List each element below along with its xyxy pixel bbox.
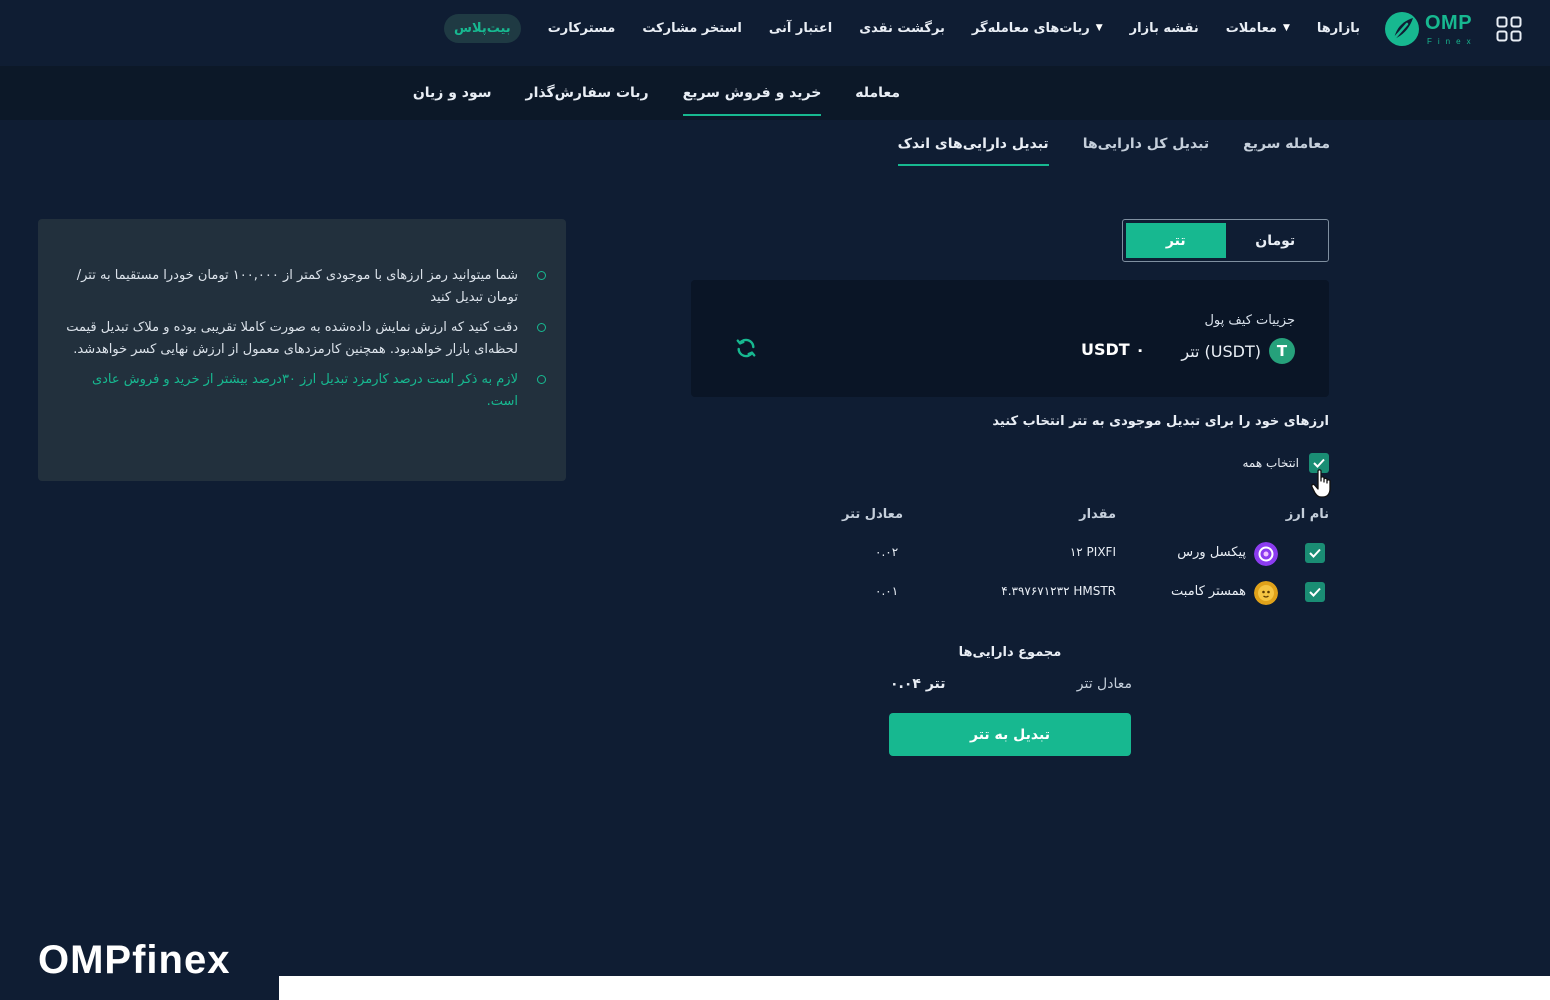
- nav-item-label: اعتبار آنی: [768, 20, 833, 36]
- toggle-tether[interactable]: تتر: [1126, 223, 1226, 258]
- info-panel: شما میتوانید رمز ارزهای با موجودی کمتر ا…: [38, 219, 566, 481]
- coin-tether-equiv: ۰.۰۲: [875, 545, 899, 559]
- header-amount: مقدار: [1079, 507, 1116, 522]
- nav-item-label: معاملات: [1225, 20, 1277, 36]
- info-note-text: لازم به ذکر است درصد کارمزد تبدیل ارز ۳۰…: [91, 372, 518, 409]
- currency-toggle: تومان تتر: [1122, 219, 1329, 262]
- tether-icon: T: [1269, 338, 1295, 364]
- bullet-icon: [537, 271, 546, 280]
- nav-item-label: نقشه بازار: [1129, 20, 1199, 36]
- brand-watermark: OMPfinex: [0, 930, 279, 1000]
- coin-tether-equiv: ۰.۰۱: [875, 584, 899, 598]
- pixelverse-icon: [1254, 542, 1278, 566]
- convert-to-tether-button[interactable]: تبدیل به تتر: [889, 713, 1131, 756]
- row-checkbox[interactable]: [1305, 582, 1325, 602]
- main-menu: بازارها معاملات ▼ نقشه بازار ربات‌های مع…: [444, 12, 1360, 44]
- nav-item-trades[interactable]: معاملات ▼: [1226, 21, 1290, 36]
- coin-name: پیکسل ورس: [1177, 545, 1246, 560]
- nav-item-markets[interactable]: بازارها: [1317, 21, 1360, 36]
- nav-item-market-map[interactable]: نقشه بازار: [1130, 21, 1199, 36]
- tab-quick-trade[interactable]: معامله سریع: [1243, 124, 1330, 164]
- tab-convert-small-assets[interactable]: تبدیل دارایی‌های اندک: [897, 124, 1049, 166]
- nav-item-label: استخر مشارکت: [642, 20, 742, 36]
- check-icon: [1309, 587, 1321, 597]
- conversion-tabs: معامله سریع تبدیل کل دارایی‌ها تبدیل دار…: [897, 124, 1330, 170]
- sub-nav-items: معامله خرید و فروش سریع ربات سفارش‌گذار …: [413, 66, 900, 120]
- nav-item-cashback[interactable]: برگشت نقدی: [859, 21, 945, 36]
- info-note: شما میتوانید رمز ارزهای با موجودی کمتر ا…: [60, 265, 546, 309]
- bullet-icon: [537, 323, 546, 332]
- subnav-item-label: معامله: [855, 85, 900, 101]
- brand-text: OMPfinex: [38, 938, 231, 982]
- nav-item-label: برگشت نقدی: [859, 20, 945, 36]
- tab-convert-all-assets[interactable]: تبدیل کل دارایی‌ها: [1083, 124, 1209, 164]
- subnav-item-label: سود و زیان: [412, 85, 492, 101]
- coin-amount: ۱۲ PIXFI: [1069, 545, 1116, 559]
- logo[interactable]: OMP Finex: [1383, 10, 1478, 48]
- info-note-fee: لازم به ذکر است درصد کارمزد تبدیل ارز ۳۰…: [60, 369, 546, 413]
- check-icon: [1309, 548, 1321, 558]
- hand-pointer-icon: [1311, 469, 1331, 498]
- bottom-strip: [279, 976, 1550, 1000]
- apps-grid-icon[interactable]: [1496, 16, 1522, 42]
- wallet-details-card: جزییات کیف پول T تتر (USDT) USDT ۰: [691, 280, 1329, 397]
- info-note-text: شما میتوانید رمز ارزهای با موجودی کمتر ا…: [76, 268, 518, 305]
- table-row: پیکسل ورس ۱۲ PIXFI ۰.۰۲: [840, 539, 1330, 569]
- wallet-balance: USDT ۰: [1080, 340, 1145, 359]
- nav-pill-bitplus[interactable]: بیت‌پلاس: [444, 13, 521, 43]
- info-note: دقت کنید که ارزش نمایش داده‌شده به صورت …: [60, 317, 546, 361]
- logo-subtext: Finex: [1427, 37, 1477, 46]
- nav-item-label: ربات‌های معامله‌گر: [971, 20, 1090, 36]
- sub-nav: معامله خرید و فروش سریع ربات سفارش‌گذار …: [0, 66, 1550, 120]
- totals-value: ۰.۰۴ تتر: [890, 676, 946, 692]
- tab-label: معامله سریع: [1243, 136, 1330, 152]
- wallet-coin: T تتر (USDT): [1181, 338, 1295, 364]
- toggle-label: تومان: [1255, 232, 1296, 249]
- nav-item-label: بازارها: [1316, 20, 1360, 36]
- refresh-icon[interactable]: [735, 337, 757, 359]
- select-all-label: انتخاب همه: [1242, 456, 1299, 470]
- subnav-item-profit-loss[interactable]: سود و زیان: [413, 66, 492, 120]
- nav-pill-label: بیت‌پلاس: [454, 20, 511, 36]
- logo-text: OMP: [1425, 12, 1473, 34]
- coin-name: همستر کامبت: [1171, 584, 1246, 599]
- header-tether-equiv: معادل تتر: [842, 507, 904, 522]
- nav-item-instant-credit[interactable]: اعتبار آنی: [769, 21, 832, 36]
- nav-item-trading-bots[interactable]: ربات‌های معامله‌گر ▼: [972, 21, 1103, 36]
- coin-amount: ۴.۳۹۷۶۷۱۲۳۲ HMSTR: [1001, 584, 1116, 598]
- header-coin-name: نام ارز: [1285, 507, 1329, 522]
- totals-title: مجموع دارایی‌ها: [958, 645, 1062, 660]
- subnav-item-order-bot[interactable]: ربات سفارش‌گذار: [526, 66, 649, 120]
- row-checkbox[interactable]: [1305, 543, 1325, 563]
- toggle-toman[interactable]: تومان: [1226, 223, 1326, 258]
- caret-down-icon: ▼: [1282, 23, 1290, 33]
- top-nav: بازارها معاملات ▼ نقشه بازار ربات‌های مع…: [0, 0, 1550, 66]
- info-note-text: دقت کنید که ارزش نمایش داده‌شده به صورت …: [66, 320, 518, 357]
- wallet-coin-label: تتر (USDT): [1181, 341, 1261, 361]
- subnav-item-trade[interactable]: معامله: [855, 66, 900, 120]
- wallet-title: جزییات کیف پول: [1204, 313, 1295, 328]
- caret-down-icon: ▼: [1095, 23, 1103, 33]
- tab-label: تبدیل دارایی‌های اندک: [897, 136, 1049, 152]
- totals-label: معادل تتر: [1076, 676, 1132, 692]
- toggle-label: تتر: [1165, 232, 1186, 249]
- bullet-icon: [537, 375, 546, 384]
- omp-leaf-icon: [1385, 12, 1419, 46]
- nav-item-staking-pool[interactable]: استخر مشارکت: [642, 21, 742, 36]
- select-instruction: ارزهای خود را برای تبدیل موجودی به تتر ا…: [992, 414, 1329, 429]
- subnav-item-quick-buy-sell[interactable]: خرید و فروش سریع: [682, 66, 822, 120]
- tab-label: تبدیل کل دارایی‌ها: [1082, 136, 1210, 152]
- nav-item-label: مسترکارت: [547, 20, 616, 36]
- table-row: همستر کامبت ۴.۳۹۷۶۷۱۲۳۲ HMSTR ۰.۰۱: [840, 578, 1330, 608]
- subnav-item-label: خرید و فروش سریع: [682, 85, 822, 101]
- info-list: شما میتوانید رمز ارزهای با موجودی کمتر ا…: [60, 265, 546, 413]
- nav-item-mastercard[interactable]: مسترکارت: [548, 21, 616, 36]
- hamster-kombat-icon: [1254, 581, 1278, 605]
- subnav-item-label: ربات سفارش‌گذار: [525, 85, 649, 101]
